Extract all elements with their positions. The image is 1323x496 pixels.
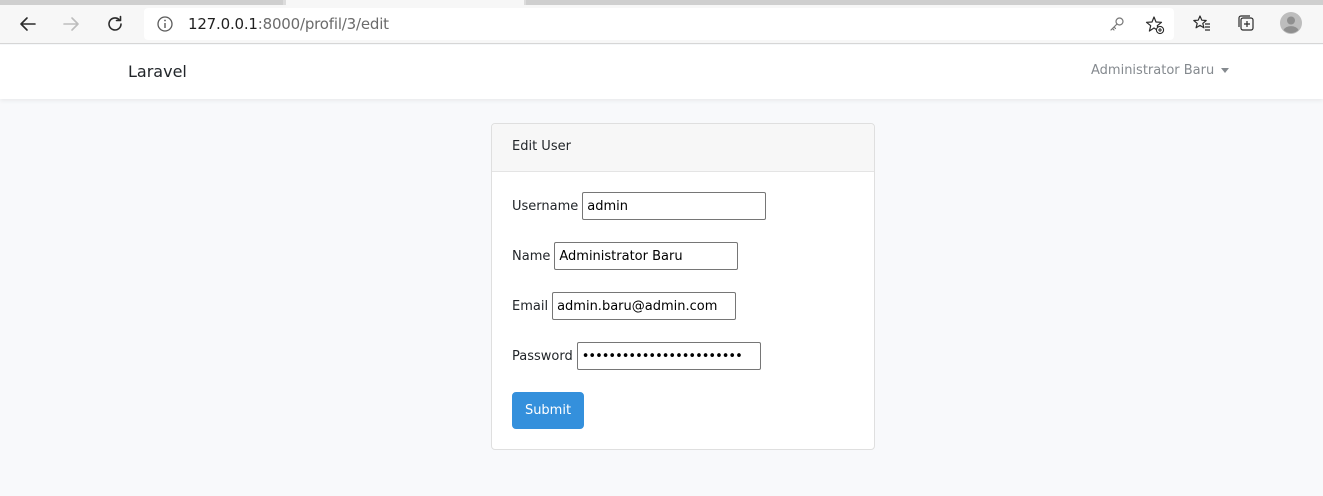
name-row: Name xyxy=(512,242,739,270)
submit-button[interactable]: Submit xyxy=(512,392,584,429)
back-arrow-icon xyxy=(20,17,36,31)
edit-user-card: Edit User Username Name Email Password S… xyxy=(491,123,875,450)
forward-arrow-icon xyxy=(63,17,79,31)
url-text[interactable]: 127.0.0.1:8000/profil/3/edit xyxy=(188,15,389,33)
brand-link[interactable]: Laravel xyxy=(128,62,187,81)
reload-icon xyxy=(108,15,122,31)
name-label: Name xyxy=(512,248,551,264)
browser-toolbar: 127.0.0.1:8000/profil/3/edit xyxy=(0,5,1323,44)
key-icon[interactable] xyxy=(1108,15,1126,33)
caret-down-icon xyxy=(1221,68,1230,73)
user-name: Administrator Baru xyxy=(1091,63,1215,78)
email-row: Email xyxy=(512,292,737,320)
address-bar[interactable]: 127.0.0.1:8000/profil/3/edit xyxy=(144,8,1174,40)
password-input[interactable] xyxy=(576,342,761,370)
email-label: Email xyxy=(512,298,549,314)
name-input[interactable] xyxy=(554,242,739,270)
email-input[interactable] xyxy=(552,292,737,320)
username-label: Username xyxy=(512,198,579,214)
add-favorite-icon[interactable] xyxy=(1145,15,1165,35)
reload-button[interactable] xyxy=(100,9,130,39)
username-input[interactable] xyxy=(582,192,767,220)
username-row: Username xyxy=(512,192,767,220)
favorites-icon[interactable] xyxy=(1192,13,1212,33)
site-info-icon[interactable] xyxy=(156,15,174,33)
profile-avatar-icon[interactable] xyxy=(1280,12,1302,34)
url-path: :8000/profil/3/edit xyxy=(257,15,389,33)
user-dropdown-toggle[interactable]: Administrator Baru xyxy=(1091,63,1230,78)
password-label: Password xyxy=(512,348,573,364)
url-host: 127.0.0.1 xyxy=(188,15,258,33)
forward-button[interactable] xyxy=(56,9,86,39)
password-row: Password xyxy=(512,342,761,370)
card-header: Edit User xyxy=(492,124,874,172)
app-navbar: Laravel Administrator Baru xyxy=(0,45,1323,99)
back-button[interactable] xyxy=(13,9,43,39)
collections-icon[interactable] xyxy=(1236,13,1256,33)
